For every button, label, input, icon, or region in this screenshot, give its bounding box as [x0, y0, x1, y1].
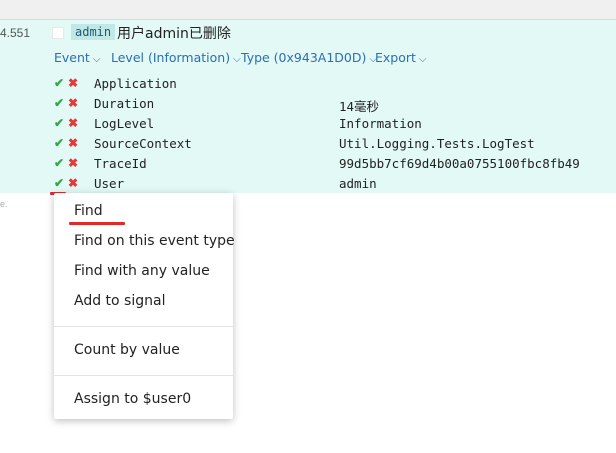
property-name[interactable]: Application — [94, 76, 177, 91]
property-row: ✔ ✖ User admin — [0, 175, 616, 195]
toolbar-type-label: Type (0x943A1D0D) — [241, 50, 367, 65]
toolbar-export-label: Export — [375, 50, 416, 65]
check-icon[interactable]: ✔ — [54, 96, 64, 110]
property-name[interactable]: LogLevel — [94, 116, 154, 131]
event-timestamp: 4.551 — [0, 26, 31, 40]
property-value: 14毫秒 — [339, 99, 380, 114]
x-icon[interactable]: ✖ — [68, 156, 78, 170]
property-row: ✔ ✖ Duration 14毫秒 — [0, 95, 616, 115]
event-tag[interactable]: admin — [71, 24, 116, 40]
menu-separator — [54, 326, 233, 327]
x-icon[interactable]: ✖ — [68, 96, 78, 110]
x-icon[interactable]: ✖ — [68, 76, 78, 90]
chevron-down-icon: ⌵ — [92, 54, 101, 65]
property-row: ✔ ✖ LogLevel Information — [0, 115, 616, 135]
background-text: e. — [0, 199, 8, 209]
property-name[interactable]: SourceContext — [94, 136, 192, 151]
toolbar-type-menu[interactable]: Type (0x943A1D0D) ⌵ — [241, 50, 377, 65]
x-icon[interactable]: ✖ — [68, 136, 78, 150]
property-value: Util.Logging.Tests.LogTest — [339, 136, 535, 151]
property-value: 99d5bb7cf69d4b00a0755100fbc8fb49 — [339, 156, 580, 171]
property-name[interactable]: TraceId — [94, 156, 147, 171]
property-row: ✔ ✖ Application — [0, 75, 616, 95]
menu-separator — [54, 375, 233, 376]
toolbar-event-menu[interactable]: Event ⌵ — [54, 50, 100, 65]
event-message: 用户admin已删除 — [117, 26, 231, 42]
top-bar — [0, 0, 616, 20]
event-panel: 4.551 admin 用户admin已删除 Event ⌵ Level (Inf… — [0, 20, 616, 193]
menu-item-find-any-value[interactable]: Find with any value — [74, 263, 210, 279]
check-icon[interactable]: ✔ — [54, 76, 64, 90]
context-menu: Find Find on this event type Find with a… — [54, 193, 235, 419]
menu-item-count-by-value[interactable]: Count by value — [74, 342, 180, 358]
event-select-checkbox[interactable] — [52, 27, 64, 39]
x-icon[interactable]: ✖ — [68, 116, 78, 130]
menu-highlight-underline — [69, 222, 125, 225]
toolbar-level-menu[interactable]: Level (Information) ⌵ — [111, 50, 241, 65]
menu-item-assign-to-variable[interactable]: Assign to $user0 — [74, 391, 191, 407]
check-icon[interactable]: ✔ — [54, 156, 64, 170]
property-value: admin — [339, 176, 377, 191]
toolbar-export-menu[interactable]: Export ⌵ — [375, 50, 427, 65]
event-row[interactable]: 4.551 admin 用户admin已删除 — [0, 20, 616, 46]
property-row: ✔ ✖ SourceContext Util.Logging.Tests.Log… — [0, 135, 616, 155]
menu-item-add-to-signal[interactable]: Add to signal — [74, 293, 165, 309]
property-name[interactable]: Duration — [94, 96, 154, 111]
property-row: ✔ ✖ TraceId 99d5bb7cf69d4b00a0755100fbc8… — [0, 155, 616, 175]
menu-item-find-on-event-type[interactable]: Find on this event type — [74, 233, 235, 249]
chevron-down-icon: ⌵ — [418, 54, 427, 65]
x-icon[interactable]: ✖ — [68, 176, 78, 190]
toolbar-event-label: Event — [54, 50, 90, 65]
property-name[interactable]: User — [94, 176, 124, 191]
chevron-down-icon: ⌵ — [233, 54, 241, 65]
check-icon[interactable]: ✔ — [54, 136, 64, 150]
check-icon[interactable]: ✔ — [54, 176, 64, 190]
check-icon[interactable]: ✔ — [54, 116, 64, 130]
toolbar-level-label: Level (Information) — [111, 50, 231, 65]
menu-item-find[interactable]: Find — [74, 203, 103, 219]
property-value: Information — [339, 116, 422, 131]
